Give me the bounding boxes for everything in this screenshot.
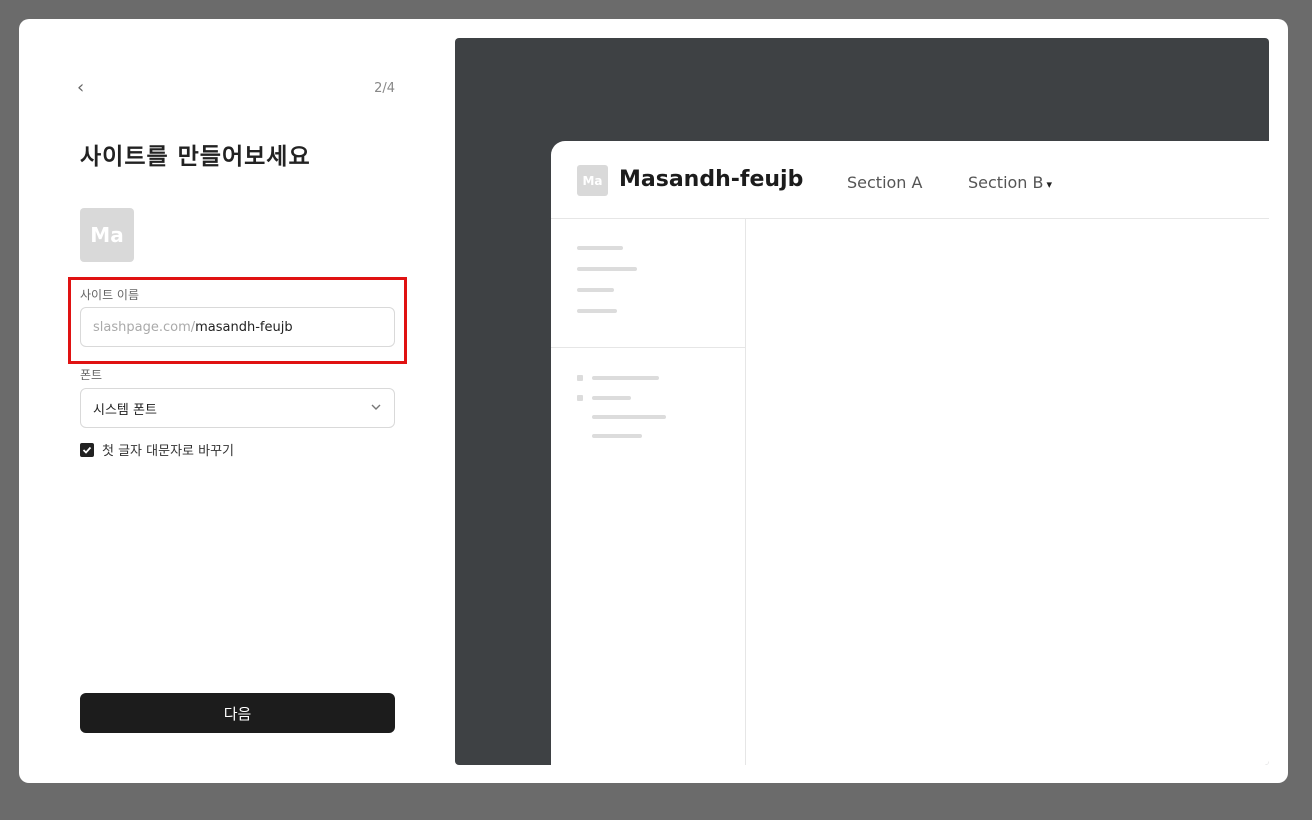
site-url-value: masandh-feujb [195,319,293,335]
placeholder-line [577,309,617,313]
placeholder-line [592,396,631,400]
font-label: 폰트 [80,368,103,382]
wizard-panel: ‹ 2/4 사이트를 만들어보세요 Ma 사이트 이름 slashpage.co… [19,19,455,783]
site-preview: Ma Masandh-feujb Section A Section B ▾ [455,38,1269,765]
create-site-modal: ‹ 2/4 사이트를 만들어보세요 Ma 사이트 이름 slashpage.co… [19,19,1288,783]
site-name-label: 사이트 이름 [80,288,140,302]
page-title: 사이트를 만들어보세요 [80,144,311,170]
site-url-input[interactable]: slashpage.com/masandh-feujb [80,307,395,347]
preview-sidebar [551,219,746,765]
placeholder-line [592,376,659,380]
preview-sidebar-top [551,219,746,348]
font-select[interactable]: 시스템 폰트 [80,388,395,428]
capitalize-option[interactable]: 첫 글자 대문자로 바꾸기 [80,440,234,459]
next-button[interactable]: 다음 [80,693,395,733]
chevron-down-icon: ▾ [1046,178,1053,191]
back-chevron-icon[interactable]: ‹ [77,79,93,97]
placeholder-line [592,415,666,419]
site-avatar[interactable]: Ma [80,208,134,262]
chevron-down-icon [370,401,382,413]
preview-site-title: Masandh-feujb [619,167,804,192]
placeholder-bullet [577,375,583,381]
preview-site-window: Ma Masandh-feujb Section A Section B ▾ [551,141,1269,765]
site-url-prefix: slashpage.com/ [93,319,196,335]
preview-nav-section-b: Section B ▾ [968,173,1052,192]
step-indicator: 2/4 [374,81,395,96]
preview-nav-section-b-label: Section B [968,173,1044,192]
preview-header: Ma Masandh-feujb Section A Section B ▾ [551,141,1269,219]
placeholder-line [577,288,614,292]
placeholder-line [577,246,623,250]
preview-logo: Ma [577,165,608,196]
placeholder-line [592,434,642,438]
capitalize-label: 첫 글자 대문자로 바꾸기 [102,444,234,459]
font-select-value: 시스템 폰트 [93,402,157,418]
placeholder-bullet [577,395,583,401]
preview-nav-section-a: Section A [847,173,923,192]
placeholder-line [577,267,637,271]
capitalize-checkbox[interactable] [80,442,94,457]
